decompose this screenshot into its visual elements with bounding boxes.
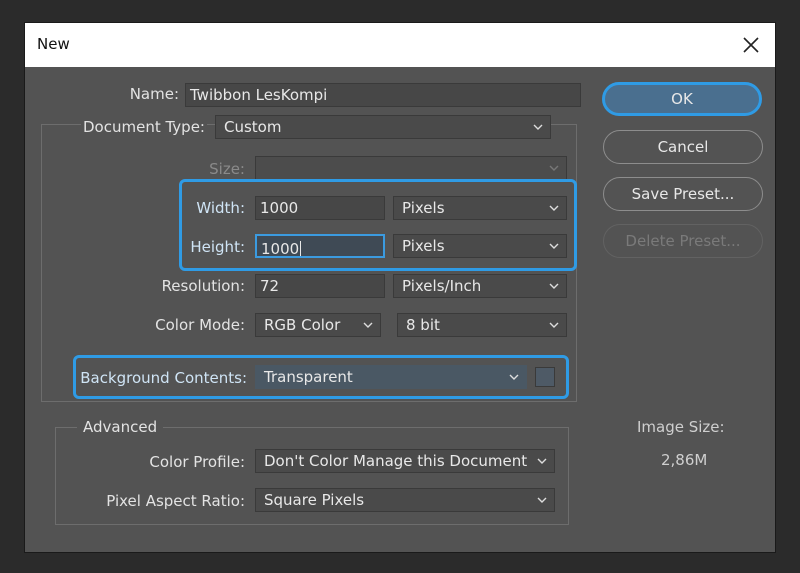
color-mode-value: RGB Color (264, 316, 341, 334)
chevron-down-icon (537, 497, 547, 503)
chevron-down-icon (549, 205, 559, 211)
chevron-down-icon (533, 124, 543, 130)
chevron-down-icon (549, 322, 559, 328)
chevron-down-icon (549, 165, 559, 171)
background-color-swatch[interactable] (535, 367, 555, 387)
resolution-label: Resolution: (161, 277, 245, 295)
name-input[interactable]: Twibbon LesKompi (185, 83, 581, 107)
document-type-label: Document Type: (81, 118, 207, 136)
cancel-button[interactable]: Cancel (603, 130, 763, 164)
chevron-down-icon (537, 458, 547, 464)
dialog-title: New (37, 35, 70, 53)
resolution-input[interactable]: 72 (255, 274, 385, 298)
size-label: Size: (209, 160, 245, 178)
resolution-unit-dropdown[interactable]: Pixels/Inch (393, 274, 567, 298)
delete-preset-button: Delete Preset... (603, 224, 763, 258)
width-input[interactable]: 1000 (255, 196, 385, 220)
height-unit-dropdown[interactable]: Pixels (393, 234, 567, 258)
image-size-label: Image Size: (637, 418, 725, 436)
document-type-dropdown[interactable]: Custom (215, 115, 551, 139)
width-unit-value: Pixels (402, 199, 445, 217)
advanced-title: Advanced (77, 418, 164, 436)
bit-depth-dropdown[interactable]: 8 bit (397, 313, 567, 337)
height-unit-value: Pixels (402, 237, 445, 255)
pixel-aspect-dropdown[interactable]: Square Pixels (255, 488, 555, 512)
close-button[interactable] (735, 29, 767, 61)
background-contents-label: Background Contents: (80, 369, 247, 387)
chevron-down-icon (549, 283, 559, 289)
color-mode-label: Color Mode: (155, 316, 245, 334)
new-document-dialog: New Name: Twibbon LesKompi Document Type… (24, 22, 776, 553)
width-unit-dropdown[interactable]: Pixels (393, 196, 567, 220)
size-dropdown (255, 156, 567, 180)
text-cursor (300, 241, 302, 256)
bit-depth-value: 8 bit (406, 316, 440, 334)
ok-button[interactable]: OK (602, 82, 762, 116)
color-mode-dropdown[interactable]: RGB Color (255, 313, 381, 337)
color-profile-label: Color Profile: (149, 453, 245, 471)
background-contents-dropdown[interactable]: Transparent (255, 365, 527, 389)
pixel-aspect-value: Square Pixels (264, 491, 365, 509)
color-profile-dropdown[interactable]: Don't Color Manage this Document (255, 449, 555, 473)
resolution-unit-value: Pixels/Inch (402, 277, 482, 295)
chevron-down-icon (549, 243, 559, 249)
close-icon (743, 37, 759, 53)
title-bar: New (25, 23, 775, 67)
chevron-down-icon (363, 322, 373, 328)
document-type-value: Custom (224, 118, 282, 136)
height-label: Height: (190, 238, 245, 256)
pixel-aspect-label: Pixel Aspect Ratio: (106, 492, 245, 510)
save-preset-button[interactable]: Save Preset... (603, 177, 763, 211)
color-profile-value: Don't Color Manage this Document (264, 452, 528, 470)
width-label: Width: (196, 199, 245, 217)
chevron-down-icon (509, 374, 519, 380)
height-input[interactable]: 1000 (255, 234, 385, 258)
name-label: Name: (129, 85, 179, 103)
background-contents-value: Transparent (264, 368, 353, 386)
height-value: 1000 (261, 240, 300, 258)
image-size-value: 2,86M (661, 451, 708, 469)
